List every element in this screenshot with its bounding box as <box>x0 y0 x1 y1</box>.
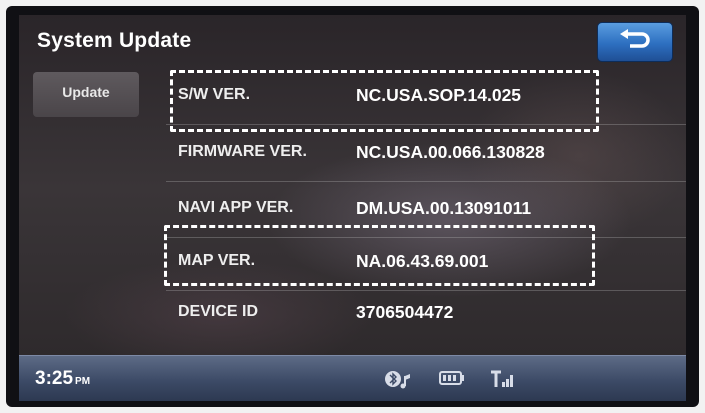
page-title: System Update <box>37 29 192 52</box>
bluetooth-music-icon <box>384 370 414 395</box>
clock-period: PM <box>75 376 91 387</box>
row-label: FIRMWARE VER. <box>178 143 307 160</box>
row-value: DM.USA.00.13091011 <box>356 198 532 218</box>
battery-icon <box>439 370 465 391</box>
head-unit-screen: System Update Update S/W VER. NC.USA.SOP… <box>19 15 686 401</box>
signal-strength-icon <box>489 370 515 393</box>
clock-time: 3:25 <box>35 368 74 389</box>
row-label: DEVICE ID <box>178 303 259 320</box>
highlight-box-sw-version <box>170 70 599 132</box>
row-value: 3706504472 <box>356 302 454 322</box>
highlight-box-map-version <box>164 225 595 286</box>
back-button[interactable] <box>597 22 673 62</box>
row-value: NC.USA.00.066.130828 <box>356 142 545 162</box>
clock: 3:25 PM <box>35 368 90 390</box>
info-row-firmware-version: FIRMWARE VER. NC.USA.00.066.130828 <box>166 129 686 182</box>
return-arrow-icon <box>618 28 652 56</box>
row-label: NAVI APP VER. <box>178 199 294 216</box>
sidebar-item-update[interactable]: Update <box>33 72 139 117</box>
info-row-device-id: DEVICE ID 3706504472 <box>166 289 686 341</box>
sidebar-item-label: Update <box>62 84 110 100</box>
status-bar: 3:25 PM <box>19 355 686 401</box>
